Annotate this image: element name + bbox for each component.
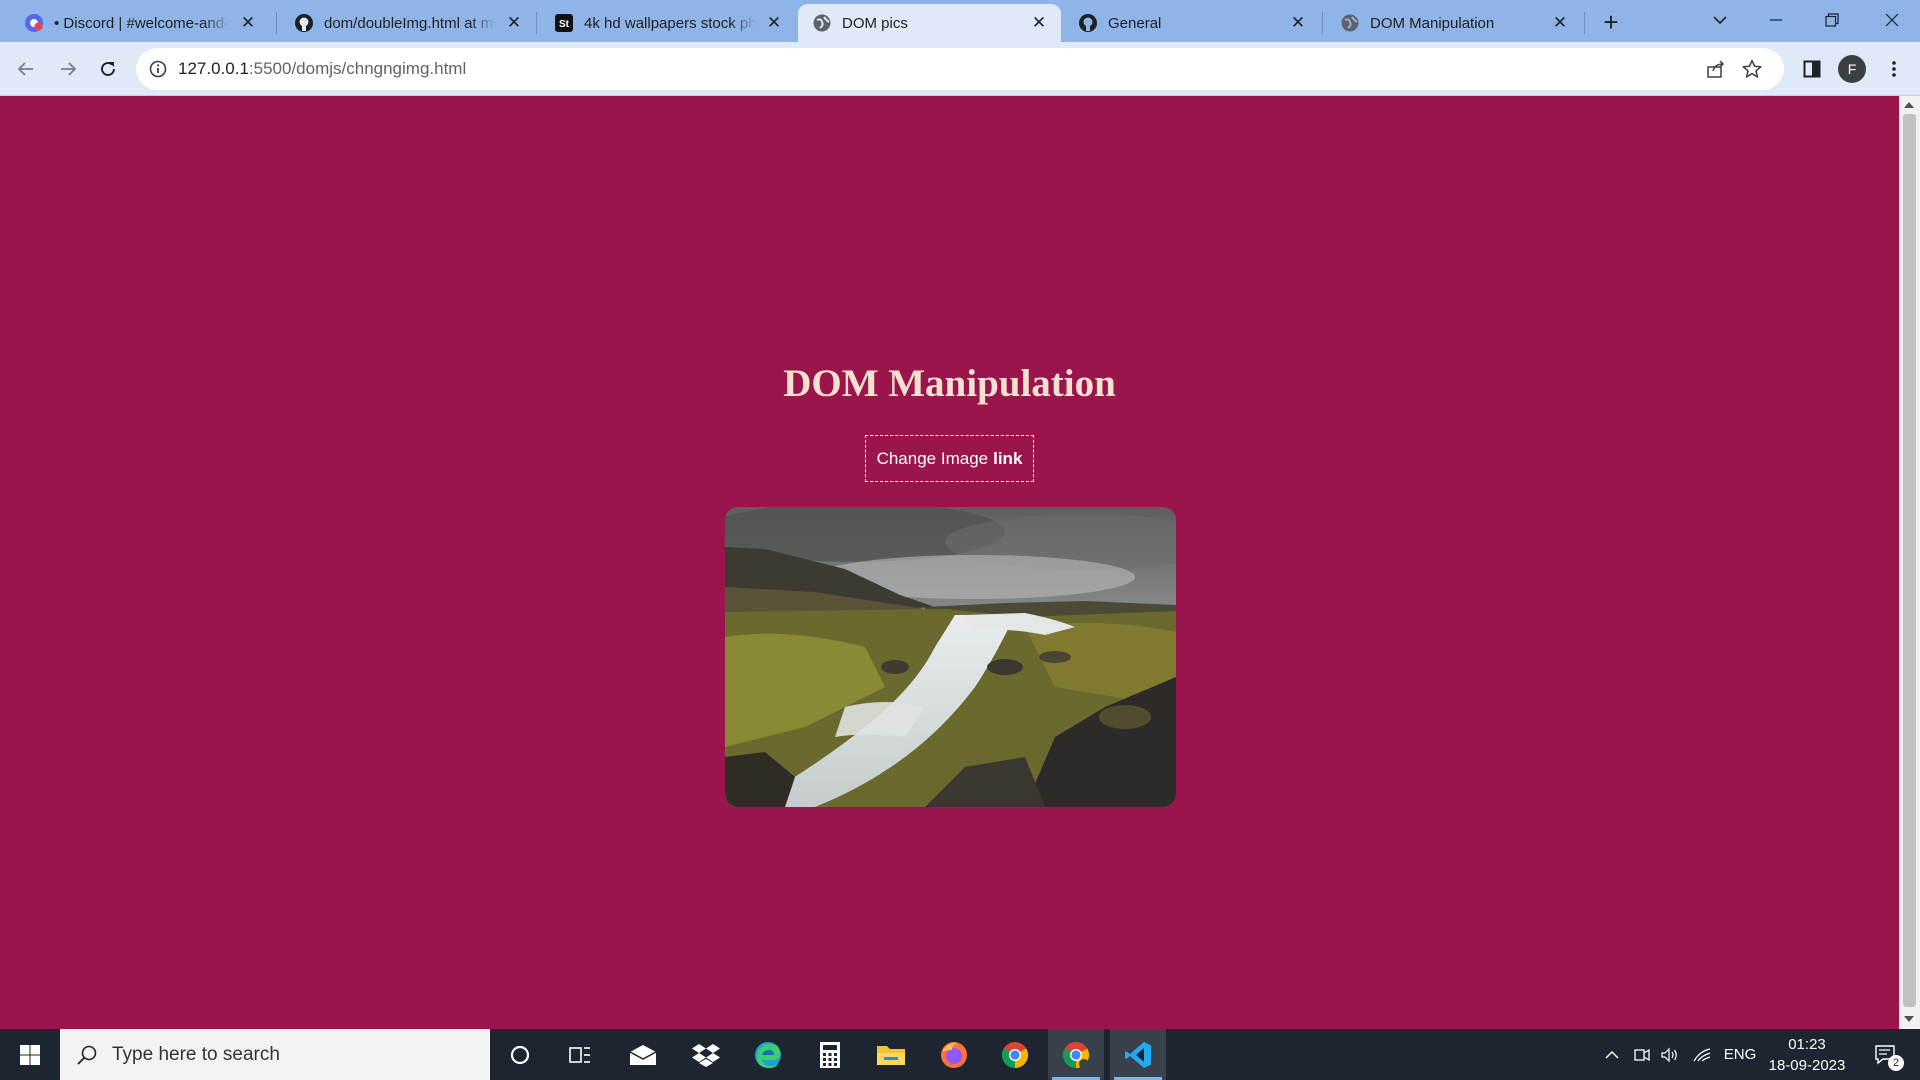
menu-button[interactable] [1878,53,1910,85]
arrow-right-icon [61,62,77,76]
tab-stock-wallpapers[interactable]: St 4k hd wallpapers stock photos ✕ [540,4,796,42]
dropbox-icon[interactable] [678,1029,734,1080]
tab-title: dom/doubleImg.html at main [324,14,496,32]
tab-separator [276,12,277,34]
scroll-down-icon[interactable] [1904,1016,1914,1022]
tab-title: DOM pics [842,14,908,32]
clock-time: 01:23 [1788,1036,1826,1053]
close-icon[interactable]: ✕ [1550,13,1570,33]
tab-dom-pics[interactable]: DOM pics ✕ [798,4,1061,42]
tab-search-button[interactable] [1692,0,1748,40]
windows-logo-icon [20,1044,40,1065]
tab-title: 4k hd wallpapers stock photos [584,14,756,32]
stock-icon: St [554,13,574,33]
tab-title: DOM Manipulation [1370,14,1495,32]
svg-text:St: St [559,19,570,30]
reload-icon [101,62,115,76]
close-icon[interactable]: ✕ [1288,13,1308,33]
tab-separator [536,12,537,34]
chevron-down-icon [1713,16,1727,25]
chrome-icon[interactable] [987,1029,1043,1080]
site-info-icon[interactable] [148,59,168,79]
change-image-button[interactable]: Change Image link [865,435,1034,482]
scroll-up-icon[interactable] [1904,102,1914,108]
edge-icon[interactable] [740,1029,796,1080]
tab-separator [1584,12,1585,34]
page-viewport: DOM Manipulation Change Image link [0,96,1899,1029]
file-explorer-icon[interactable] [863,1029,919,1080]
volume-icon[interactable] [1658,1029,1682,1080]
side-panel-icon [1803,60,1821,78]
meet-now-icon[interactable] [1630,1029,1654,1080]
bookmark-star-icon[interactable] [1740,57,1764,81]
forward-button[interactable] [52,53,84,85]
taskbar-clock[interactable]: 01:23 18-09-2023 [1764,1034,1850,1076]
scrollbar-thumb[interactable] [1903,114,1916,1007]
restore-icon [1825,13,1839,27]
globe-icon [1340,13,1360,33]
close-icon[interactable]: ✕ [238,13,258,33]
page-scrollbar[interactable] [1899,96,1920,1029]
reload-button[interactable] [92,53,124,85]
restore-button[interactable] [1804,0,1860,40]
side-panel-button[interactable] [1796,53,1828,85]
url-text: 127.0.0.1:5500/domjs/chngngimg.html [178,59,466,79]
notification-count-badge: 2 [1888,1055,1904,1071]
waterfall-photo [725,507,1176,807]
tab-github-doubleimg[interactable]: dom/doubleImg.html at main ✕ [280,4,536,42]
notification-center-button[interactable]: 2 [1866,1029,1906,1080]
tab-discord[interactable]: • Discord | #welcome-and-rules ✕ [10,4,270,42]
mail-icon[interactable] [615,1029,671,1080]
close-icon[interactable]: ✕ [504,13,524,33]
github-icon [1078,13,1098,33]
tab-github-general[interactable]: General ✕ [1064,4,1320,42]
tab-title: • Discord | #welcome-and-rules [54,14,230,32]
wifi-icon[interactable] [1690,1029,1714,1080]
browser-toolbar: 127.0.0.1:5500/domjs/chngngimg.html F [0,42,1920,96]
minimize-icon [1770,19,1782,21]
chrome-profile-icon[interactable] [1048,1029,1104,1080]
windows-taskbar: Type here to search ENG 01:23 18-09-2023… [0,1029,1920,1080]
github-icon [294,13,314,33]
minimize-button[interactable] [1748,0,1804,40]
url-host: 127.0.0.1 [178,59,249,78]
calculator-icon[interactable] [802,1029,858,1080]
vscode-icon[interactable] [1110,1029,1166,1080]
profile-avatar[interactable]: F [1838,55,1866,83]
start-button[interactable] [0,1029,60,1080]
close-icon[interactable]: ✕ [1029,13,1049,33]
link-label: link [993,448,1023,468]
arrow-left-icon [17,62,33,76]
clock-date: 18-09-2023 [1768,1057,1846,1074]
address-bar[interactable]: 127.0.0.1:5500/domjs/chngngimg.html [136,48,1784,90]
tab-strip: • Discord | #welcome-and-rules ✕ dom/dou… [0,0,1920,42]
search-placeholder: Type here to search [112,1043,280,1065]
back-button[interactable] [10,53,42,85]
firefox-icon[interactable] [926,1029,982,1080]
new-tab-button[interactable]: + [1596,7,1626,37]
close-icon [1885,13,1899,27]
taskbar-search-box[interactable]: Type here to search [60,1029,490,1080]
tray-chevron-up-icon[interactable] [1600,1029,1624,1080]
more-vertical-icon [1892,61,1896,77]
tab-title: General [1108,14,1162,32]
discord-icon [24,13,44,33]
page-title: DOM Manipulation [783,362,1116,405]
share-icon[interactable] [1704,57,1728,81]
search-icon [77,1045,97,1065]
close-icon[interactable]: ✕ [764,13,784,33]
task-view-icon[interactable] [552,1029,608,1080]
url-path: :5500/domjs/chngngimg.html [248,59,467,78]
cortana-icon[interactable] [492,1029,548,1080]
tab-dom-manipulation[interactable]: DOM Manipulation ✕ [1326,4,1582,42]
language-indicator[interactable]: ENG [1720,1029,1760,1080]
change-image-label: Change Image [876,448,989,468]
close-window-button[interactable] [1864,0,1920,40]
globe-icon [812,13,832,33]
tab-separator [1322,12,1323,34]
